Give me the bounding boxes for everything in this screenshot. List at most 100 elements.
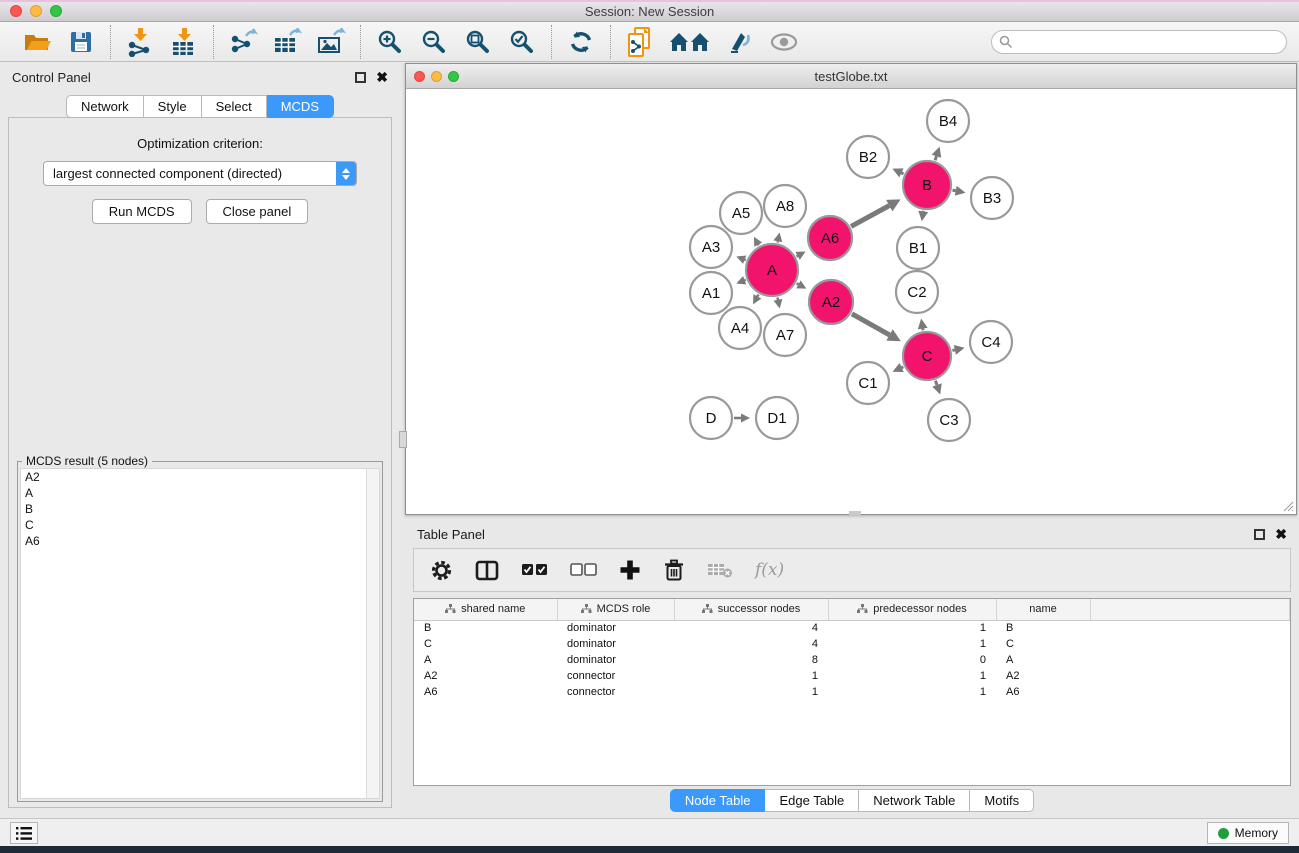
edge-A-A2[interactable] <box>797 283 799 284</box>
edge-C-C4[interactable] <box>952 350 954 351</box>
arrowhead-icon <box>932 383 941 394</box>
export-table-button[interactable] <box>270 26 304 58</box>
edge-C-C1[interactable] <box>902 367 904 368</box>
edge-A-A6[interactable] <box>797 256 798 257</box>
search-input[interactable] <box>991 30 1287 54</box>
tab-style[interactable]: Style <box>144 95 202 118</box>
export-table-icon <box>272 28 302 56</box>
edge-A-A4[interactable] <box>757 295 758 297</box>
open-file-button[interactable] <box>20 26 54 58</box>
column-header-name[interactable]: name <box>996 599 1090 620</box>
save-session-button[interactable] <box>64 26 98 58</box>
style-button[interactable] <box>723 26 757 58</box>
edge-A2-C[interactable] <box>852 314 890 335</box>
delete-table-icon[interactable] <box>707 561 733 579</box>
result-scrollbar[interactable] <box>366 469 379 798</box>
tab-edge-table[interactable]: Edge Table <box>765 789 859 812</box>
tab-network-table[interactable]: Network Table <box>859 789 970 812</box>
import-table-button[interactable] <box>167 26 201 58</box>
table-row[interactable]: B dominator 4 1 B <box>414 620 1290 636</box>
memory-button[interactable]: Memory <box>1207 822 1289 844</box>
column-header-predecessor-nodes[interactable]: predecessor nodes <box>828 599 996 620</box>
column-header-mcds-role[interactable]: MCDS role <box>557 599 674 620</box>
mcds-result-list[interactable]: A2 A B C A6 <box>20 468 380 799</box>
import-table-icon <box>170 27 198 57</box>
close-panel-button[interactable]: Close panel <box>206 199 309 224</box>
main-toolbar <box>0 22 1299 62</box>
select-all-columns-icon[interactable] <box>521 563 548 577</box>
network-window-titlebar[interactable]: testGlobe.txt <box>406 64 1296 89</box>
edge-B-B2[interactable] <box>901 173 903 174</box>
zoom-out-button[interactable] <box>417 26 451 58</box>
float-table-panel-icon[interactable] <box>1254 529 1265 540</box>
table-row[interactable]: A dominator 8 0 A <box>414 652 1290 668</box>
resize-grip-icon[interactable] <box>1281 499 1294 512</box>
import-network-button[interactable] <box>123 26 157 58</box>
run-mcds-button[interactable]: Run MCDS <box>92 199 192 224</box>
node-table[interactable]: shared name MCDS role successor nodes pr… <box>413 598 1291 786</box>
table-row[interactable]: A2 connector 1 1 A2 <box>414 668 1290 684</box>
column-header-shared-name[interactable]: shared name <box>414 599 557 620</box>
unselect-all-columns-icon[interactable] <box>570 563 597 577</box>
edge-C-C3[interactable] <box>935 381 937 385</box>
export-image-button[interactable] <box>314 26 348 58</box>
result-item[interactable]: A2 <box>21 469 379 485</box>
show-columns-icon[interactable] <box>475 560 499 581</box>
edge-A6-B[interactable] <box>851 206 889 227</box>
tab-mcds[interactable]: MCDS <box>267 95 334 118</box>
horizontal-scroll-nub[interactable] <box>849 511 861 515</box>
result-item[interactable]: A6 <box>21 533 379 549</box>
graph-node-label: A6 <box>821 230 839 247</box>
criterion-dropdown[interactable]: largest connected component (directed) <box>43 161 357 186</box>
tab-network[interactable]: Network <box>66 95 144 118</box>
task-history-button[interactable] <box>10 822 38 844</box>
tab-motifs[interactable]: Motifs <box>970 789 1034 812</box>
graph-node-label: A8 <box>776 198 794 215</box>
table-row[interactable]: A6 connector 1 1 A6 <box>414 684 1290 700</box>
split-handle[interactable] <box>399 431 407 448</box>
table-row[interactable]: C dominator 4 1 C <box>414 636 1290 652</box>
mcds-result-title: MCDS result (5 nodes) <box>22 454 152 468</box>
result-item[interactable]: C <box>21 517 379 533</box>
graph-node-label: A <box>767 262 777 279</box>
network-view-window: testGlobe.txt B4B2BB3A5A8A6A3AB1A1C2A2A4… <box>405 63 1297 515</box>
edge-B-B3[interactable] <box>952 190 955 191</box>
home-button[interactable] <box>667 26 713 58</box>
function-builder-icon[interactable]: f(x) <box>755 560 784 580</box>
delete-column-trash-icon[interactable] <box>663 559 685 582</box>
table-header-row[interactable]: shared name MCDS role successor nodes pr… <box>414 599 1290 620</box>
dropdown-stepper-icon <box>336 162 356 185</box>
graph-node-label: A2 <box>822 294 840 311</box>
column-header-successor-nodes[interactable]: successor nodes <box>674 599 828 620</box>
arrowhead-icon <box>741 414 750 423</box>
eye-button[interactable] <box>767 26 801 58</box>
result-item[interactable]: B <box>21 501 379 517</box>
network-graph[interactable]: B4B2BB3A5A8A6A3AB1A1C2A2A4A7C4CC1C3DD1 <box>406 89 1296 514</box>
close-panel-icon[interactable]: ✖ <box>376 72 388 83</box>
create-column-plus-icon[interactable] <box>619 559 641 581</box>
edge-B-B4[interactable] <box>935 156 936 160</box>
graph-node-label: B2 <box>859 149 877 166</box>
export-network-button[interactable] <box>226 26 260 58</box>
graph-node-label: A5 <box>732 205 750 222</box>
tab-select[interactable]: Select <box>202 95 267 118</box>
style-icon <box>727 29 753 55</box>
new-network-button[interactable] <box>623 26 657 58</box>
graph-node-label: A7 <box>776 327 794 344</box>
close-table-panel-icon[interactable]: ✖ <box>1275 529 1287 540</box>
refresh-button[interactable] <box>564 26 598 58</box>
zoom-fit-button[interactable] <box>461 26 495 58</box>
graph-node-label: B1 <box>909 240 927 257</box>
table-panel-title: Table Panel <box>417 527 485 542</box>
tab-node-table[interactable]: Node Table <box>670 789 766 812</box>
table-settings-gear-icon[interactable] <box>430 559 453 582</box>
float-panel-icon[interactable] <box>355 72 366 83</box>
zoom-selected-button[interactable] <box>505 26 539 58</box>
result-item[interactable]: A <box>21 485 379 501</box>
graph-node-label: A3 <box>702 239 720 256</box>
network-canvas[interactable]: B4B2BB3A5A8A6A3AB1A1C2A2A4A7C4CC1C3DD1 <box>406 89 1296 514</box>
graph-node-label: B <box>922 177 932 194</box>
control-panel: Control Panel ✖ Network Style Select MCD… <box>0 62 400 818</box>
zoom-in-button[interactable] <box>373 26 407 58</box>
graph-node-label: D1 <box>767 410 786 427</box>
